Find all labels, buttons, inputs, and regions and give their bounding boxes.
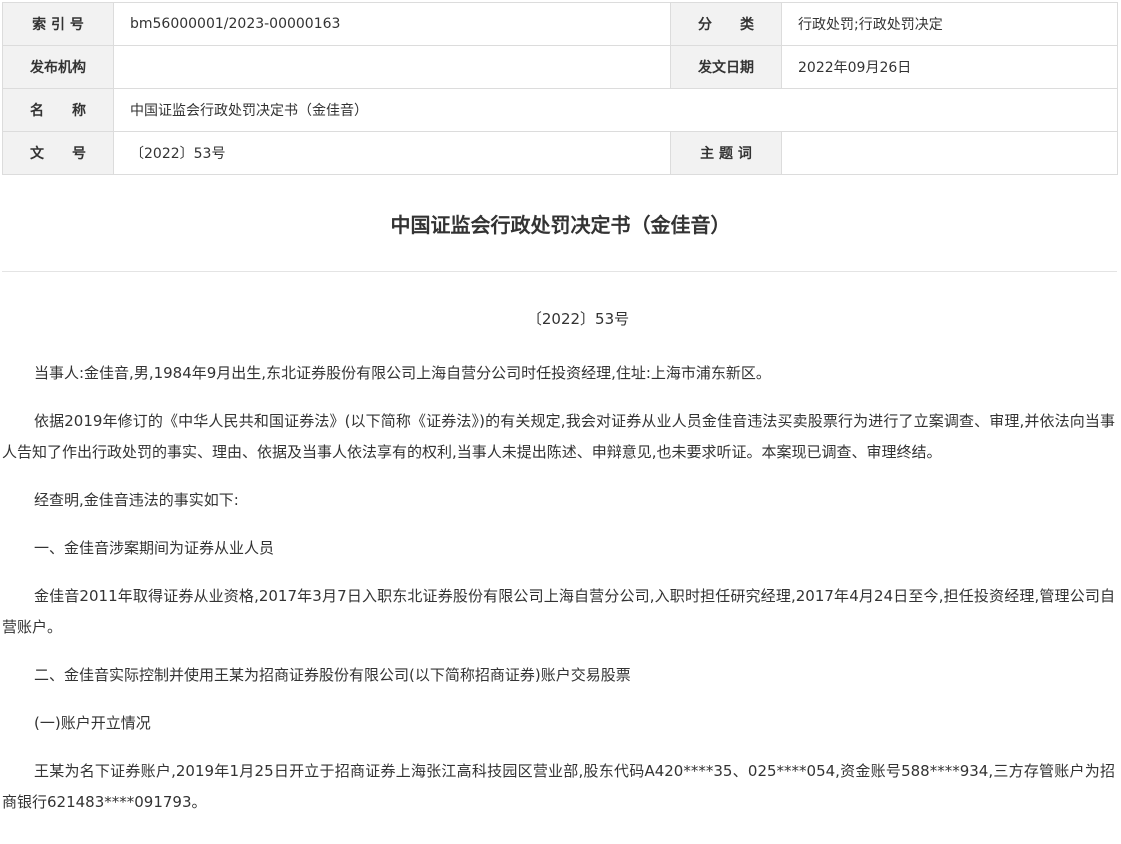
meta-row-index: 索 引 号 bm56000001/2023-00000163 分 类 行政处罚;… [2,2,1118,46]
paragraph: 金佳音2011年取得证券从业资格,2017年3月7日入职东北证券股份有限公司上海… [2,587,1115,636]
index-value: bm56000001/2023-00000163 [113,2,671,46]
issuer-value [113,45,671,89]
document-title: 中国证监会行政处罚决定书（金佳音） [390,213,731,237]
paragraph: 经查明,金佳音违法的事实如下: [34,491,239,509]
keywords-label: 主 题 词 [670,131,782,175]
meta-row-issuer: 发布机构 发文日期 2022年09月26日 [2,45,1118,89]
paragraph: 一、金佳音涉案期间为证券从业人员 [34,539,275,557]
paragraph: 当事人:金佳音,男,1984年9月出生,东北证券股份有限公司上海自营分公司时任投… [34,364,771,382]
paragraph: 依据2019年修订的《中华人民共和国证券法》(以下简称《证券法》)的有关规定,我… [2,412,1115,461]
title-divider [2,271,1117,272]
category-label: 分 类 [670,2,782,46]
meta-row-name: 名 称 中国证监会行政处罚决定书（金佳音） [2,88,1118,132]
paragraph: 二、金佳音实际控制并使用王某为招商证券股份有限公司(以下简称招商证券)账户交易股… [34,666,631,684]
paragraph: 王某为名下证券账户,2019年1月25日开立于招商证券上海张江高科技园区营业部,… [2,762,1115,811]
document-meta-table: 索 引 号 bm56000001/2023-00000163 分 类 行政处罚;… [2,2,1118,175]
date-value: 2022年09月26日 [781,45,1118,89]
name-label: 名 称 [2,88,114,132]
keywords-value [781,131,1118,175]
meta-row-docno: 文 号 〔2022〕53号 主 题 词 [2,131,1118,175]
index-label: 索 引 号 [2,2,114,46]
issuer-label: 发布机构 [2,45,114,89]
document-number: 〔2022〕53号 [526,310,630,328]
paragraph: (一)账户开立情况 [34,714,151,732]
date-label: 发文日期 [670,45,782,89]
name-value: 中国证监会行政处罚决定书（金佳音） [113,88,1118,132]
docno-label: 文 号 [2,131,114,175]
category-value: 行政处罚;行政处罚决定 [781,2,1118,46]
document-body: 当事人:金佳音,男,1984年9月出生,东北证券股份有限公司上海自营分公司时任投… [2,358,1115,835]
docno-value: 〔2022〕53号 [113,131,671,175]
